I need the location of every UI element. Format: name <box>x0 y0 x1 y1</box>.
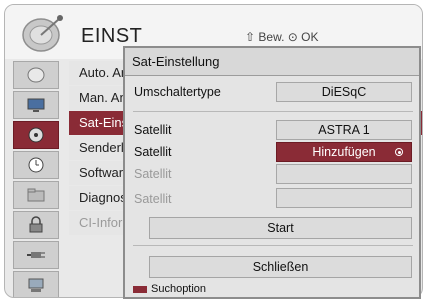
add-satellite-field[interactable]: Hinzufügen <box>276 142 412 162</box>
setup-title: EINST <box>81 25 143 47</box>
close-button[interactable]: Schließen <box>149 256 412 278</box>
sat-settings-dialog: Sat-Einstellung Umschaltertype DiESqC Sa… <box>123 46 421 299</box>
folder-icon[interactable] <box>13 181 59 209</box>
satellite-1-field[interactable]: ASTRA 1 <box>276 120 412 140</box>
satellite-4-label: Satellit <box>134 192 172 206</box>
monitor-icon[interactable] <box>13 91 59 119</box>
plug-icon[interactable] <box>13 241 59 269</box>
navigation-hint: ⇧ Bew. ⊙ OK <box>245 30 319 44</box>
red-key-icon <box>133 285 147 293</box>
lock-icon[interactable] <box>13 211 59 239</box>
satellite-2-label: Satellit <box>134 145 172 159</box>
start-button[interactable]: Start <box>149 217 412 239</box>
divider <box>133 111 413 112</box>
satellite-3-label: Satellit <box>134 167 172 181</box>
pc-icon[interactable] <box>13 271 59 297</box>
search-option-label: Suchoption <box>151 283 207 295</box>
satellite-3-field[interactable] <box>276 164 412 184</box>
satellite-dish-icon <box>22 15 63 52</box>
add-satellite-label: Hinzufügen <box>312 145 376 159</box>
radio-indicator-icon <box>395 148 403 156</box>
switch-type-field[interactable]: DiESqC <box>276 82 412 102</box>
disc-icon[interactable] <box>13 121 59 149</box>
satellite-4-field[interactable] <box>276 188 412 208</box>
footer-legend: Suchoption <box>133 283 206 295</box>
satellite-icon[interactable] <box>13 61 59 89</box>
category-icon-column <box>13 61 63 297</box>
switch-type-label: Umschaltertype <box>134 85 221 99</box>
divider <box>133 245 413 246</box>
dialog-title: Sat-Einstellung <box>125 48 419 76</box>
satellite-1-label: Satellit <box>134 123 172 137</box>
clock-icon[interactable] <box>13 151 59 179</box>
